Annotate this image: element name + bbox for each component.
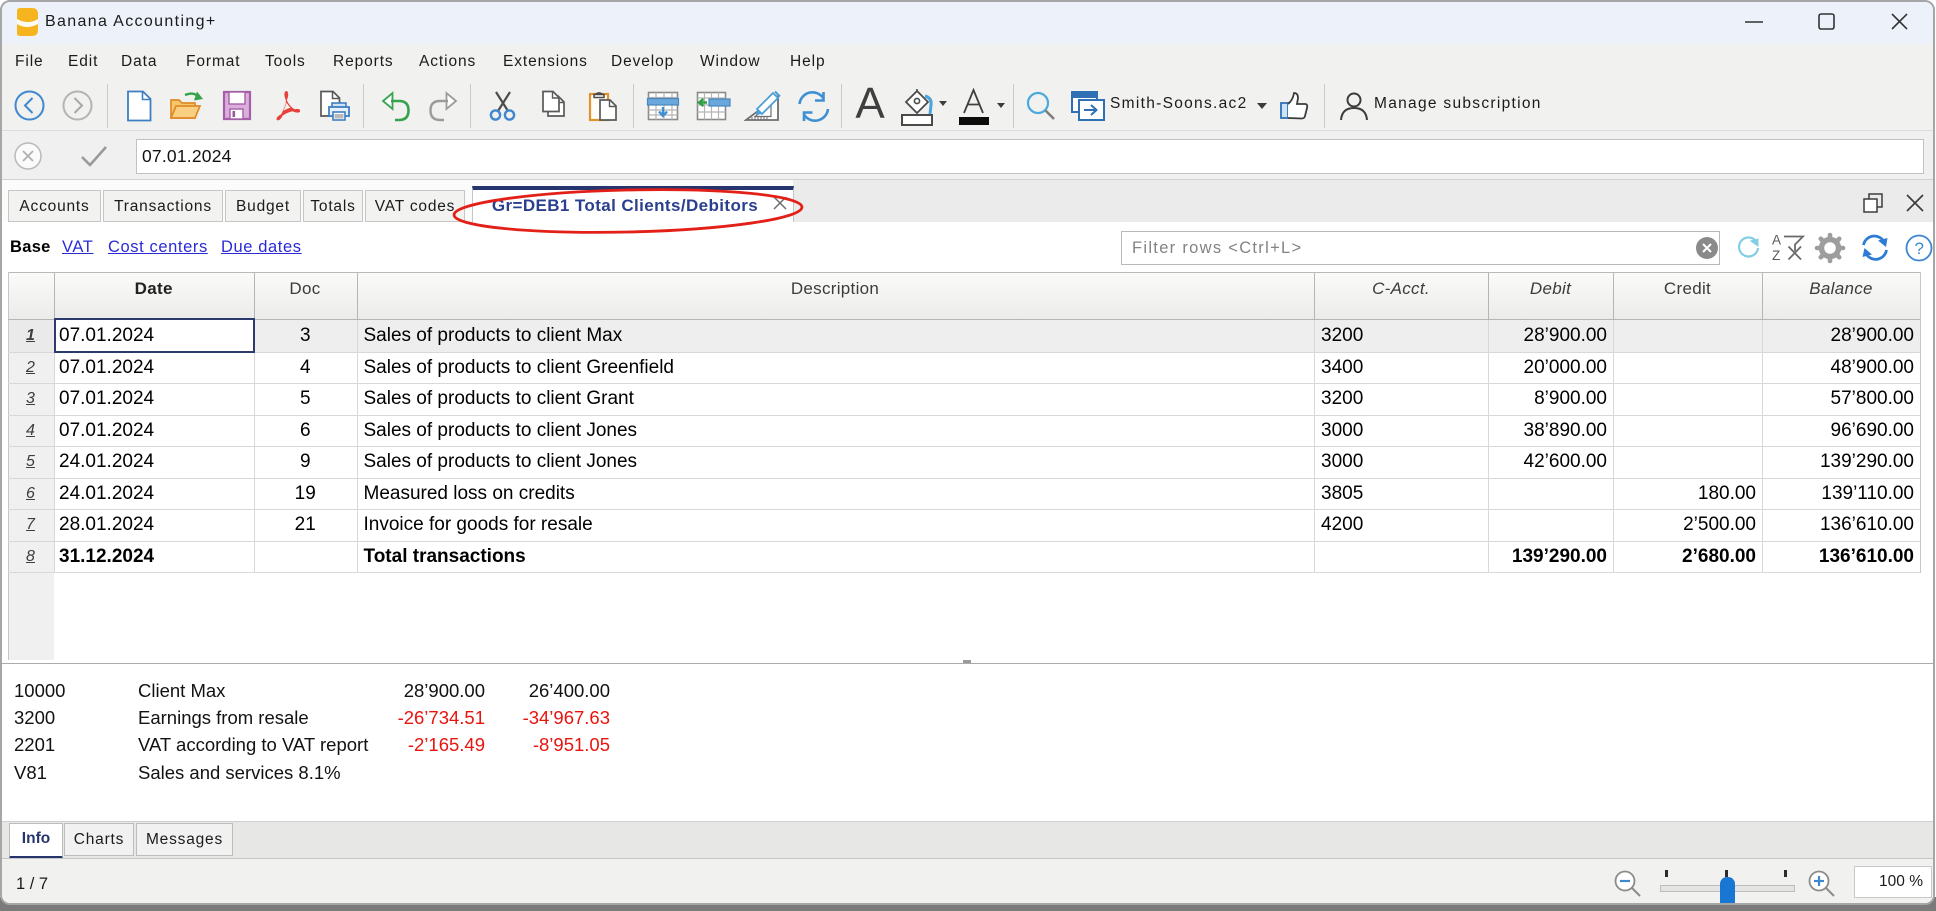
- svg-text:Z: Z: [1772, 248, 1780, 263]
- svg-text:?: ?: [1915, 239, 1924, 258]
- svg-text:A: A: [1772, 233, 1781, 248]
